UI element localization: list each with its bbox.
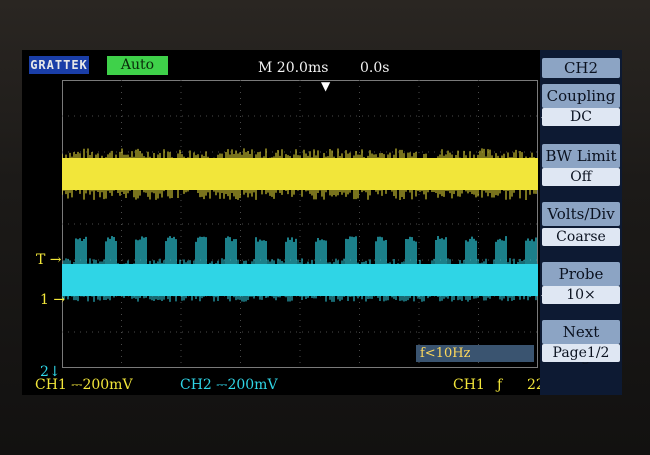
probe-value[interactable]: 10× — [542, 286, 620, 304]
trigger-source-status: CH1 — [453, 377, 485, 393]
ch2-scale-status: CH2 ⎓200mV — [180, 377, 278, 393]
ch1-ground-marker: 1 → — [40, 292, 66, 308]
graticule-grid — [62, 80, 538, 368]
trigger-slope-icon: ƒ — [497, 377, 503, 393]
page-indicator[interactable]: Page1/2 — [542, 344, 620, 362]
bw-limit-menu-button[interactable]: BW Limit — [542, 144, 620, 168]
next-page-menu-button[interactable]: Next Page — [542, 320, 620, 365]
coupling-value[interactable]: DC — [542, 108, 620, 126]
trigger-position-readout: 0.0s — [360, 60, 390, 76]
frequency-readout: f<10Hz — [416, 345, 534, 362]
volts-div-value[interactable]: Coarse — [542, 228, 620, 246]
coupling-menu-button[interactable]: Coupling — [542, 84, 620, 108]
ch1-scale-status: CH1 ⎓200mV — [35, 377, 133, 393]
waveform-display — [62, 80, 538, 368]
timebase-readout: M 20.0ms — [258, 60, 329, 76]
brand-logo: GRATTEK — [29, 56, 89, 74]
menu-title: CH2 — [542, 58, 620, 78]
trigger-mode-indicator: Auto — [107, 56, 168, 75]
probe-menu-button[interactable]: Probe — [542, 262, 620, 286]
bw-limit-value[interactable]: Off — [542, 168, 620, 186]
trigger-level-marker: T → — [36, 252, 62, 268]
volts-div-menu-button[interactable]: Volts/Div — [542, 202, 620, 226]
